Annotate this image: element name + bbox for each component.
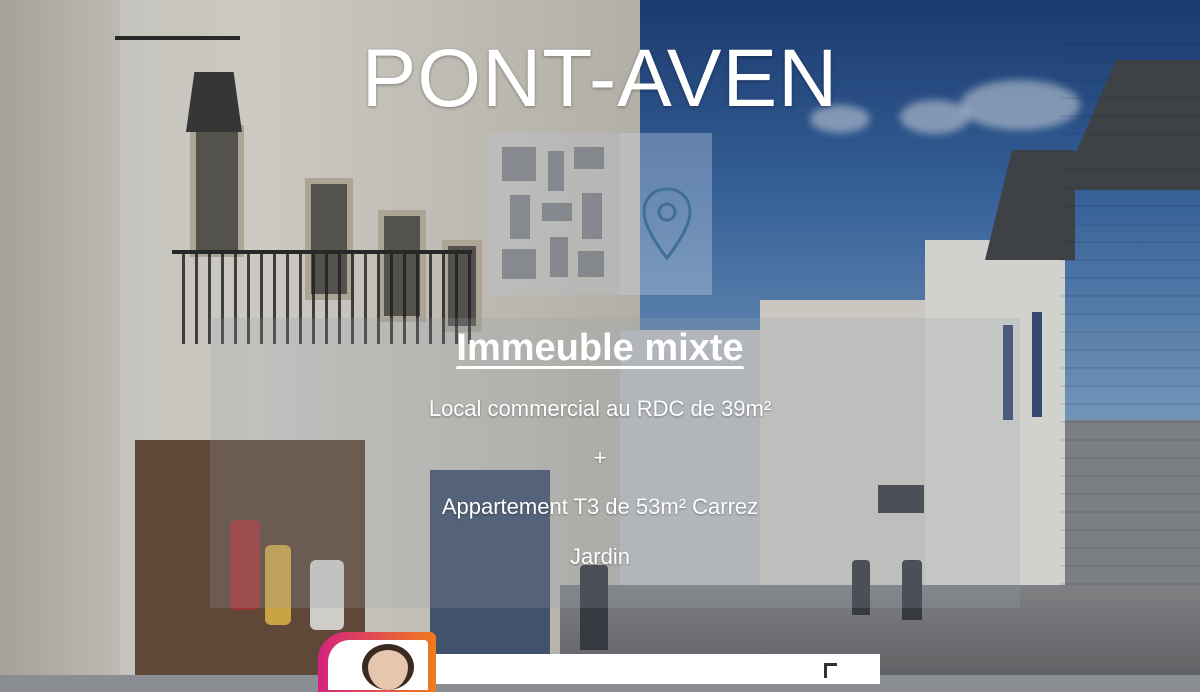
qr-module	[550, 237, 568, 277]
town-title: PONT-AVEN	[361, 33, 839, 124]
property-type-heading: Immeuble mixte	[0, 326, 1200, 372]
qr-module	[578, 251, 604, 277]
qr-module	[502, 249, 536, 279]
qr-module	[582, 193, 602, 239]
agent-info-bar	[436, 654, 880, 684]
qr-module	[548, 151, 564, 191]
detail-apartment: Appartement T3 de 53m² Carrez	[441, 494, 759, 519]
qr-module	[510, 195, 530, 239]
qr-module	[502, 147, 536, 181]
agent-avatar	[362, 644, 414, 690]
map-pin-icon	[642, 187, 692, 261]
info-bar-glyph	[824, 663, 837, 678]
property-type-label: Immeuble mixte	[456, 327, 744, 369]
detail-commercial-space: Local commercial au RDC de 39m²	[428, 396, 772, 421]
qr-module	[574, 147, 604, 169]
detail-plus-sign: +	[593, 445, 607, 470]
qr-code-icon	[488, 133, 620, 295]
qr-module	[542, 203, 572, 221]
detail-garden: Jardin	[570, 544, 630, 569]
